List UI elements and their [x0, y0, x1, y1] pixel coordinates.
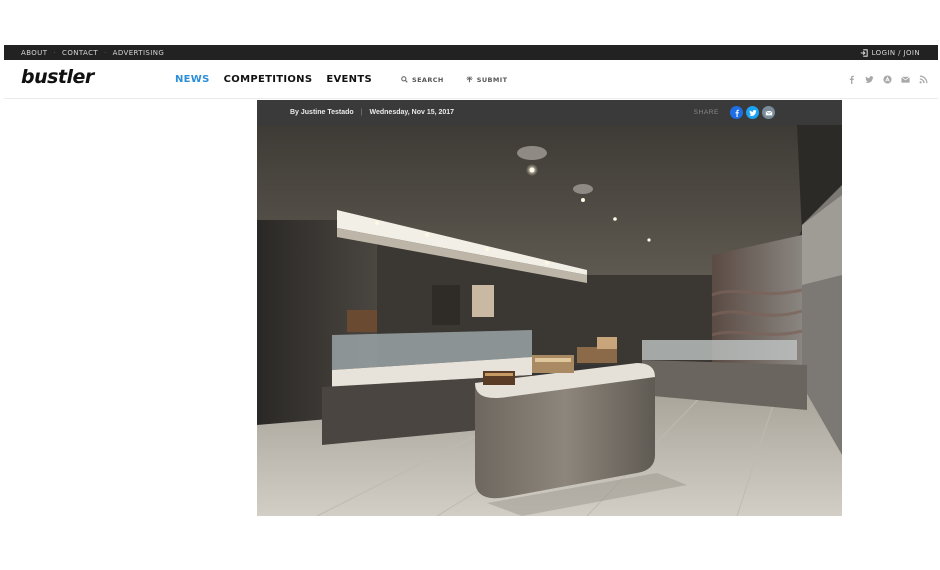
login-label: LOGIN / JOIN: [871, 48, 920, 57]
contact-link[interactable]: CONTACT: [62, 49, 98, 57]
site-header: bustler NEWS COMPETITIONS EVENTS SEARCH …: [4, 60, 938, 99]
article-hero-image[interactable]: [257, 125, 842, 516]
utility-links: ABOUT · CONTACT · ADVERTISING: [21, 45, 170, 60]
app-store-icon[interactable]: [883, 75, 892, 84]
advertising-link[interactable]: ADVERTISING: [113, 49, 165, 57]
meta-separator: |: [360, 109, 363, 116]
search-button[interactable]: SEARCH: [401, 76, 444, 84]
social-links: [847, 60, 928, 99]
header-tools: SEARCH SUBMIT: [401, 60, 507, 99]
separator-dot: ·: [53, 48, 57, 57]
search-label: SEARCH: [412, 75, 444, 84]
login-join-link[interactable]: LOGIN / JOIN: [860, 45, 920, 60]
upload-icon: [466, 76, 473, 83]
nav-events[interactable]: EVENTS: [326, 74, 372, 85]
about-link[interactable]: ABOUT: [21, 49, 47, 57]
share-email-button[interactable]: [762, 106, 775, 119]
search-icon: [401, 76, 408, 83]
share-twitter-button[interactable]: [746, 106, 759, 119]
nav-news[interactable]: NEWS: [175, 74, 210, 85]
top-utility-bar: ABOUT · CONTACT · ADVERTISING LOGIN / JO…: [4, 45, 938, 60]
submit-label: SUBMIT: [476, 75, 508, 84]
twitter-icon: [748, 109, 757, 116]
separator-dot: ·: [104, 48, 107, 57]
article-meta-bar: By Justine Testado | Wednesday, Nov 15, …: [257, 100, 842, 125]
share-facebook-button[interactable]: [730, 106, 743, 119]
rss-icon[interactable]: [919, 75, 928, 84]
nav-competitions[interactable]: COMPETITIONS: [224, 74, 313, 85]
site-logo[interactable]: bustler: [21, 66, 94, 88]
author-link[interactable]: By Justine Testado: [290, 109, 354, 116]
mail-icon: [765, 110, 772, 115]
twitter-icon[interactable]: [865, 75, 874, 84]
article-hero: By Justine Testado | Wednesday, Nov 15, …: [257, 100, 842, 516]
facebook-icon[interactable]: [847, 75, 856, 84]
mail-icon[interactable]: [901, 75, 910, 84]
share-group: SHARE: [694, 100, 775, 125]
login-icon: [860, 48, 868, 57]
facebook-icon: [735, 109, 739, 117]
patisserie-interior-illustration: [257, 125, 842, 516]
main-nav: NEWS COMPETITIONS EVENTS: [175, 60, 372, 99]
publish-date: Wednesday, Nov 15, 2017: [369, 109, 455, 116]
share-label: SHARE: [693, 109, 719, 116]
submit-button[interactable]: SUBMIT: [466, 76, 508, 84]
